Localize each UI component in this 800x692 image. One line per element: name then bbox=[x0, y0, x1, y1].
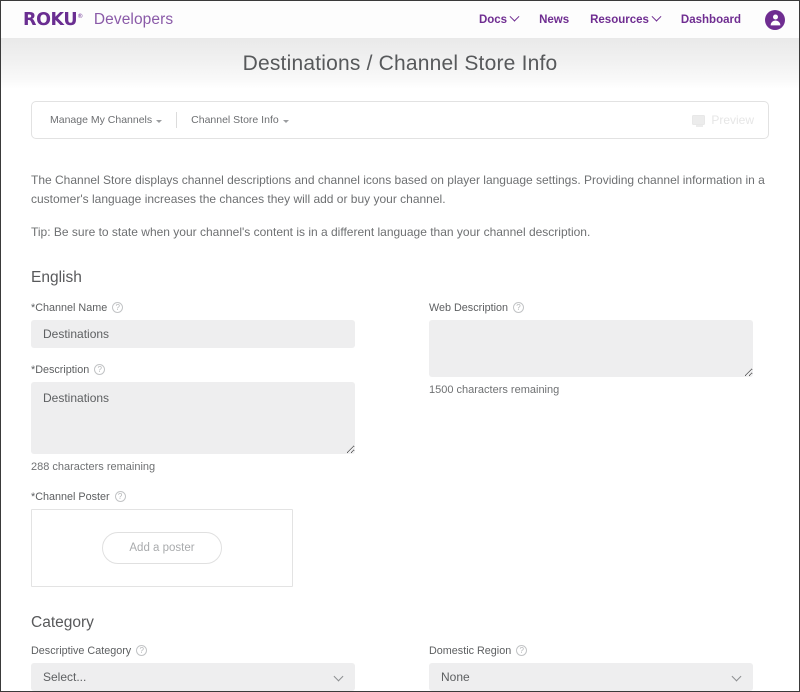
domestic-region-select-wrap: None bbox=[429, 662, 753, 691]
breadcrumb-channel-store-info-label: Channel Store Info bbox=[191, 114, 279, 126]
field-channel-name: *Channel Name ? bbox=[31, 302, 355, 348]
english-right-column: Web Description ? 1500 characters remain… bbox=[429, 302, 753, 587]
category-left-column: Descriptive Category ? Select... bbox=[31, 645, 355, 691]
nav-item-dashboard-label: Dashboard bbox=[680, 13, 741, 26]
user-avatar-icon[interactable] bbox=[765, 9, 785, 30]
brand-developers-label: Developers bbox=[93, 10, 174, 28]
web-description-char-count: 1500 characters remaining bbox=[429, 383, 560, 396]
breadcrumb-manage-my-channels-label: Manage My Channels bbox=[50, 114, 153, 126]
descriptive-category-select[interactable]: Select... bbox=[31, 662, 355, 691]
nav-item-docs[interactable]: Docs bbox=[478, 11, 520, 26]
page-title-band: Destinations / Channel Store Info bbox=[1, 38, 799, 89]
tv-monitor-icon bbox=[692, 115, 706, 127]
field-domestic-region-label: Domestic Region ? bbox=[429, 645, 753, 657]
domestic-region-select[interactable]: None bbox=[429, 662, 753, 691]
english-left-column: *Channel Name ? *Description ? 288 chara… bbox=[31, 302, 355, 587]
field-description-label: *Description ? bbox=[31, 364, 355, 376]
field-web-description-label-text: Web Description bbox=[429, 301, 509, 314]
help-icon[interactable]: ? bbox=[513, 302, 525, 314]
category-fields-columns: Descriptive Category ? Select... Domesti… bbox=[31, 645, 769, 691]
brand-logo[interactable]: ROKU® Developers bbox=[23, 11, 173, 29]
field-channel-name-label-text: *Channel Name bbox=[31, 301, 108, 314]
nav-item-resources[interactable]: Resources bbox=[590, 11, 662, 26]
field-channel-name-label: *Channel Name ? bbox=[31, 302, 355, 314]
english-fields-columns: *Channel Name ? *Description ? 288 chara… bbox=[31, 302, 769, 587]
nav-item-news[interactable]: News bbox=[539, 14, 569, 26]
field-channel-poster-label-text: *Channel Poster bbox=[31, 490, 110, 503]
nav-links: Docs News Resources Dashboard bbox=[478, 9, 785, 30]
description-textarea[interactable] bbox=[31, 381, 355, 454]
nav-item-dashboard[interactable]: Dashboard bbox=[681, 14, 741, 26]
help-icon[interactable]: ? bbox=[114, 491, 126, 503]
preview-button-label: Preview bbox=[711, 113, 754, 127]
help-icon[interactable]: ? bbox=[136, 645, 148, 657]
nav-item-news-label: News bbox=[539, 13, 570, 26]
field-web-description-label: Web Description ? bbox=[429, 302, 753, 314]
nav-item-resources-label: Resources bbox=[590, 13, 649, 26]
descriptive-category-select-wrap: Select... bbox=[31, 662, 355, 691]
intro-paragraph-2: Tip: Be sure to state when your channel'… bbox=[31, 225, 591, 240]
intro-paragraph-1: The Channel Store displays channel descr… bbox=[31, 173, 765, 206]
add-a-poster-button[interactable]: Add a poster bbox=[102, 531, 222, 564]
breadcrumb-divider bbox=[176, 112, 178, 128]
top-navigation-bar: ROKU® Developers Docs News Resources Das… bbox=[1, 1, 799, 38]
help-icon[interactable]: ? bbox=[112, 302, 124, 314]
channel-name-input[interactable] bbox=[31, 319, 355, 348]
main-content: Manage My Channels Channel Store Info Pr… bbox=[1, 89, 799, 691]
trademark-symbol: ® bbox=[77, 12, 83, 20]
caret-down-icon bbox=[156, 119, 163, 123]
field-descriptive-category-label-text: Descriptive Category bbox=[31, 644, 132, 657]
breadcrumb-toolbar: Manage My Channels Channel Store Info Pr… bbox=[31, 101, 769, 139]
domestic-region-value: None bbox=[441, 669, 470, 684]
field-description-label-text: *Description bbox=[31, 363, 90, 376]
field-descriptive-category-label: Descriptive Category ? bbox=[31, 645, 355, 657]
roku-logo-icon: ROKU® bbox=[23, 9, 83, 30]
field-web-description: Web Description ? 1500 characters remain… bbox=[429, 302, 753, 396]
breadcrumb-channel-store-info[interactable]: Channel Store Info bbox=[191, 114, 289, 126]
caret-down-icon bbox=[282, 119, 289, 123]
description-char-count: 288 characters remaining bbox=[31, 460, 156, 473]
field-channel-poster-label: *Channel Poster ? bbox=[31, 491, 355, 503]
chevron-down-icon bbox=[651, 11, 662, 22]
chevron-down-icon bbox=[509, 11, 520, 22]
section-heading-english: English bbox=[31, 268, 82, 286]
field-domestic-region-label-text: Domestic Region bbox=[429, 644, 512, 657]
field-domestic-region: Domestic Region ? None bbox=[429, 645, 753, 691]
help-icon[interactable]: ? bbox=[94, 364, 106, 376]
nav-item-docs-label: Docs bbox=[478, 13, 508, 26]
field-channel-poster: *Channel Poster ? Add a poster bbox=[31, 491, 355, 587]
descriptive-category-value: Select... bbox=[43, 669, 87, 684]
field-description: *Description ? 288 characters remaining bbox=[31, 364, 355, 473]
intro-text: The Channel Store displays channel descr… bbox=[31, 171, 766, 242]
field-descriptive-category: Descriptive Category ? Select... bbox=[31, 645, 355, 691]
page-title: Destinations / Channel Store Info bbox=[242, 51, 558, 75]
breadcrumb-manage-my-channels[interactable]: Manage My Channels bbox=[50, 114, 163, 126]
help-icon[interactable]: ? bbox=[516, 645, 528, 657]
app-window: ROKU® Developers Docs News Resources Das… bbox=[0, 0, 800, 692]
preview-button[interactable]: Preview bbox=[692, 113, 754, 127]
category-right-column: Domestic Region ? None bbox=[429, 645, 753, 691]
web-description-textarea[interactable] bbox=[429, 319, 753, 377]
channel-poster-dropzone[interactable]: Add a poster bbox=[31, 508, 293, 587]
section-heading-category: Category bbox=[31, 613, 94, 631]
